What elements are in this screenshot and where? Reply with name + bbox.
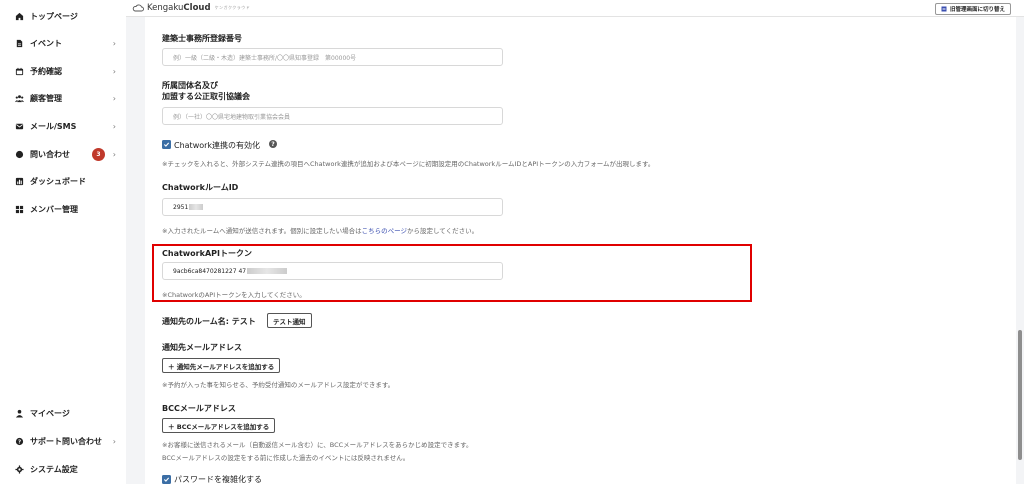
- logo-brand-bold: Cloud: [183, 3, 211, 13]
- bcc-email-label: BCCメールアドレス: [162, 404, 236, 413]
- api-token-label: ChatworkAPIトークン: [162, 249, 252, 258]
- chat-icon: [14, 149, 24, 159]
- room-id-label: ChatworkルームID: [162, 183, 239, 192]
- api-token-note: ※ChatworkのAPIトークンを入力してください。: [162, 291, 306, 299]
- sidebar-item-support[interactable]: ? サポート問い合わせ ›: [14, 433, 118, 449]
- chart-icon: [14, 176, 24, 186]
- sidebar-item-system-settings[interactable]: システム設定: [14, 461, 118, 477]
- sidebar-item-label: メール/SMS: [30, 121, 77, 131]
- test-notify-button[interactable]: テスト通知: [267, 313, 312, 328]
- chatwork-enable-label: Chatwork連携の有効化: [174, 141, 261, 150]
- api-token-input[interactable]: 9acb6ca8470281227 47: [162, 262, 503, 280]
- notify-room-label: 通知先のルーム名: テスト: [162, 317, 256, 326]
- sidebar-item-event[interactable]: イベント ›: [14, 35, 118, 51]
- chevron-right-icon: ›: [112, 66, 116, 76]
- registration-label: 建築士事務所登録番号: [162, 34, 242, 43]
- redacted-mask: [189, 204, 204, 210]
- sidebar-item-customers[interactable]: 顧客管理 ›: [14, 90, 118, 106]
- sidebar-item-label: マイページ: [30, 408, 70, 418]
- association-input[interactable]: 例）（一社）〇〇県宅地建物取引業協会会員: [162, 107, 503, 125]
- sidebar-item-label: イベント: [30, 38, 62, 48]
- password-complex-label: パスワードを複雑化する: [174, 475, 262, 484]
- sidebar-item-label: サポート問い合わせ: [30, 436, 102, 446]
- add-notify-email-button[interactable]: ＋ 通知先メールアドレスを追加する: [162, 358, 281, 373]
- chevron-right-icon: ›: [112, 149, 116, 159]
- bcc-email-note-line1: ※お客様に送信されるメール（自動返信メール含む）に、BCCメールアドレスをあらか…: [162, 441, 473, 449]
- bcc-email-note-line2: BCCメールアドレスの設定をする前に作成した過去のイベントには反映されません。: [162, 454, 410, 462]
- sidebar-item-label: ダッシュボード: [30, 176, 86, 186]
- redacted-mask: [247, 268, 288, 274]
- chatwork-enable-note: ※チェックを入れると、外部システム連携の項目へChatwork連携が追加および本…: [162, 160, 655, 168]
- sidebar: トップページ イベント › 予約確認 › 顧客管理 › メール/SMS › 問い…: [0, 0, 126, 484]
- users-icon: [14, 93, 24, 103]
- sidebar-item-label: 予約確認: [30, 66, 62, 76]
- mail-icon: [14, 121, 24, 131]
- calendar-icon: [14, 66, 24, 76]
- sidebar-item-top-page[interactable]: トップページ: [14, 8, 118, 24]
- sidebar-item-inquiries[interactable]: 問い合わせ 3 ›: [14, 146, 118, 162]
- association-label-line2: 加盟する公正取引協議会: [162, 92, 250, 101]
- registration-number-input[interactable]: 例）一級（二級・木造）建築士事務所/〇〇県知事登録 第00000号: [162, 48, 503, 66]
- sidebar-item-label: 問い合わせ: [30, 149, 70, 159]
- sidebar-item-mypage[interactable]: マイページ: [14, 405, 118, 421]
- notification-badge: 3: [92, 147, 105, 161]
- switch-legacy-admin-button[interactable]: 旧管理画面に切り替え: [934, 3, 1011, 15]
- api-token-value: 9acb6ca8470281227 47: [173, 267, 247, 275]
- app-logo[interactable]: Kengaku Cloud ケンガククラウド: [132, 3, 250, 13]
- sidebar-item-label: トップページ: [30, 11, 78, 21]
- check-icon: [163, 142, 170, 147]
- chatwork-enable-checkbox[interactable]: [162, 140, 171, 149]
- check-icon: [163, 477, 170, 482]
- switch-icon: [941, 6, 947, 12]
- logo-brand-light: Kengaku: [147, 3, 184, 13]
- chevron-right-icon: ›: [112, 93, 116, 103]
- svg-text:?: ?: [17, 439, 20, 445]
- top-header: Kengaku Cloud ケンガククラウド 旧管理画面に切り替え: [126, 0, 1024, 17]
- sidebar-item-mail-sms[interactable]: メール/SMS ›: [14, 118, 118, 134]
- person-icon: [14, 408, 24, 418]
- sidebar-item-members[interactable]: メンバー管理: [14, 201, 118, 217]
- scrollbar[interactable]: [1016, 17, 1024, 484]
- sidebar-item-label: メンバー管理: [30, 204, 78, 214]
- room-id-input[interactable]: 2951: [162, 198, 503, 216]
- room-settings-link[interactable]: こちらのページ: [362, 227, 407, 235]
- sidebar-item-dashboard[interactable]: ダッシュボード: [14, 173, 118, 189]
- chevron-right-icon: ›: [112, 121, 116, 131]
- home-icon: [14, 11, 24, 21]
- question-icon: ?: [14, 436, 24, 446]
- scrollbar-thumb[interactable]: [1018, 330, 1022, 460]
- gear-icon: [14, 464, 24, 474]
- document-icon: [14, 38, 24, 48]
- association-label-line1: 所属団体名及び: [162, 81, 218, 90]
- logo-subtitle: ケンガククラウド: [214, 5, 251, 10]
- room-id-note-text: ※入力されたルームへ通知が送信されます。個別に設定したい場合は: [162, 227, 362, 235]
- room-id-note-suffix: から設定してください。: [406, 227, 479, 235]
- notify-email-label: 通知先メールアドレス: [162, 343, 242, 352]
- grid-icon: [14, 204, 24, 214]
- help-icon[interactable]: ?: [269, 140, 277, 148]
- add-bcc-email-button[interactable]: ＋ BCCメールアドレスを追加する: [162, 418, 276, 433]
- sidebar-item-reservation[interactable]: 予約確認 ›: [14, 63, 118, 79]
- sidebar-item-label: システム設定: [30, 464, 78, 474]
- room-id-value: 2951: [173, 203, 189, 211]
- chevron-right-icon: ›: [112, 38, 116, 48]
- switch-button-label: 旧管理画面に切り替え: [949, 7, 1005, 13]
- cloud-icon: [132, 4, 144, 12]
- sidebar-item-label: 顧客管理: [30, 93, 62, 103]
- notify-email-note: ※予約が入った事を知らせる、予約受付通知のメールアドレス設定ができます。: [162, 381, 395, 389]
- password-complex-checkbox[interactable]: [162, 475, 171, 484]
- chevron-right-icon: ›: [112, 436, 116, 446]
- room-id-note: ※入力されたルームへ通知が送信されます。個別に設定したい場合はこちらのページから…: [162, 225, 478, 235]
